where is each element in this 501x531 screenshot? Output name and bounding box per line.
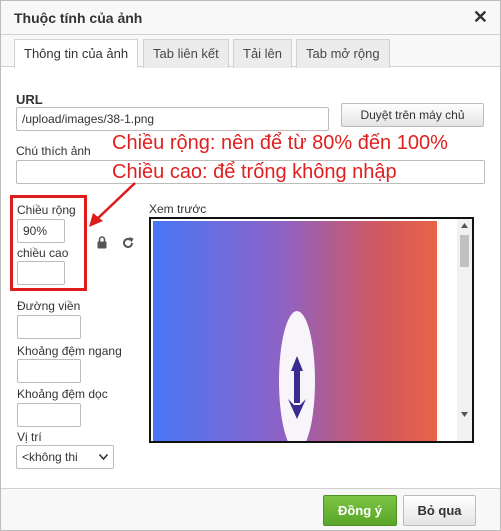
tab-link[interactable]: Tab liên kết [143, 39, 229, 68]
width-label: Chiều rộng [17, 203, 76, 217]
preview-scrollbar[interactable] [457, 219, 472, 441]
tab-bar: Thông tin của ảnh Tab liên kết Tải lên T… [1, 35, 500, 68]
ok-button[interactable]: Đồng ý [323, 495, 397, 526]
height-label: chiều cao [17, 246, 69, 260]
preview-image [153, 221, 437, 441]
dialog-footer: Đồng ý Bỏ qua [1, 488, 500, 530]
preview-label: Xem trước [149, 202, 207, 216]
preview-rocket-shape [279, 311, 315, 441]
reset-icon[interactable] [121, 236, 135, 250]
align-selected-value: <không thi [22, 450, 78, 464]
align-select[interactable]: <không thi [16, 445, 114, 469]
url-input[interactable] [16, 107, 329, 131]
chevron-down-icon [99, 454, 108, 460]
annotation-arrow [89, 182, 136, 227]
width-annotation: Chiều rộng: nên để từ 80% đến 100% [112, 132, 448, 154]
url-label: URL [16, 92, 43, 107]
height-input[interactable] [17, 261, 65, 285]
hspace-label: Khoảng đệm ngang [17, 344, 122, 358]
vspace-label: Khoảng đệm dọc [17, 387, 108, 401]
align-label: Vị trí [17, 430, 42, 444]
close-icon[interactable]: ✕ [473, 7, 488, 28]
hspace-input[interactable] [17, 359, 81, 383]
scrollbar-arrows [460, 223, 469, 417]
lock-icon[interactable] [96, 236, 108, 249]
vspace-input[interactable] [17, 403, 81, 427]
border-input[interactable] [17, 315, 81, 339]
preview-pane [149, 217, 474, 443]
tab-advanced[interactable]: Tab mở rộng [296, 39, 390, 68]
browse-server-button[interactable]: Duyệt trên máy chủ [341, 103, 484, 127]
alt-text-label: Chú thích ảnh [16, 144, 91, 158]
border-label: Đường viền [17, 299, 81, 313]
height-annotation: Chiều cao: để trống không nhập [112, 161, 397, 183]
cancel-button[interactable]: Bỏ qua [403, 495, 476, 526]
width-input[interactable] [17, 219, 65, 243]
tab-image-info[interactable]: Thông tin của ảnh [14, 39, 139, 68]
dialog-titlebar: Thuộc tính của ảnh ✕ [1, 1, 500, 35]
image-properties-dialog: Thuộc tính của ảnh ✕ Thông tin của ảnh T… [0, 0, 501, 531]
dialog-title: Thuộc tính của ảnh [14, 10, 143, 26]
tab-upload[interactable]: Tải lên [233, 39, 293, 68]
